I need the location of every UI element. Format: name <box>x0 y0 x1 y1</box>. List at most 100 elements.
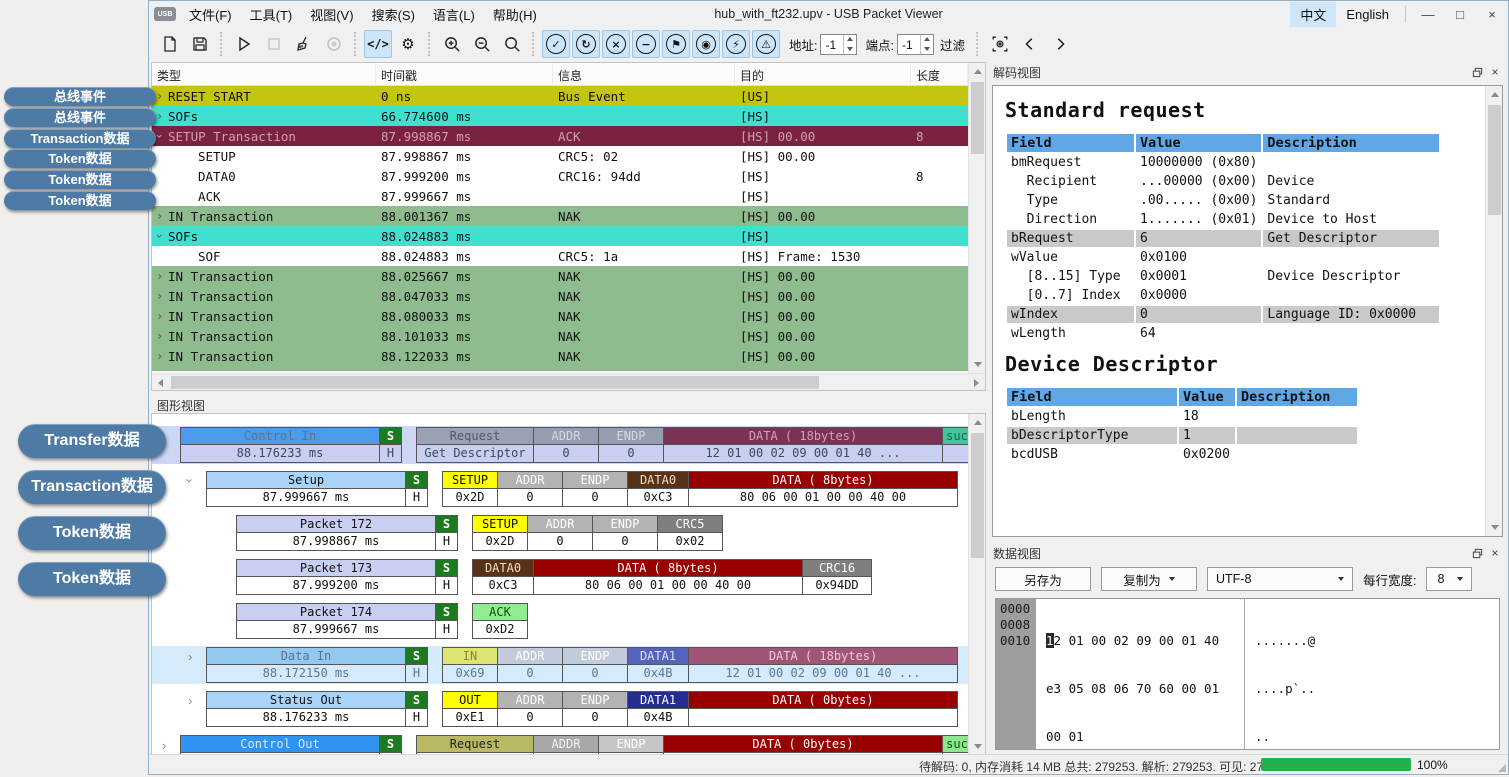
gfx-block-data[interactable]: DATA ( 0bytes) <box>663 735 943 756</box>
decode-vertical-scrollbar[interactable] <box>1485 86 1502 536</box>
gfx-block-endp[interactable]: ENDP0 <box>562 471 628 507</box>
gfx-block-setup-pid[interactable]: SETUP0x2D <box>472 515 528 551</box>
gfx-block-addr[interactable]: ADDR0 <box>527 515 593 551</box>
endpoint-spinner[interactable]: -1 <box>897 34 934 55</box>
filter-ping-button[interactable]: ⚑ <box>662 30 690 58</box>
inspect-button[interactable] <box>986 30 1014 58</box>
col-length[interactable]: 长度 <box>911 63 968 85</box>
gfx-transfer-control-out[interactable]: Control OutS Request ADDR ENDP DATA ( 0b… <box>180 735 972 756</box>
gfx-block-setup-pid[interactable]: SETUP0x2D <box>442 471 498 507</box>
gfx-block-data1-pid[interactable]: DATA10x4B <box>627 691 689 727</box>
collapse-arrow-icon[interactable]: › <box>183 478 198 482</box>
gfx-block-endp[interactable]: ENDP0 <box>562 691 628 727</box>
menu-view[interactable]: 视图(V) <box>301 1 362 28</box>
hex-ascii-column[interactable]: .......@ ....p`.. .. <box>1245 599 1323 749</box>
table-row-in-transaction[interactable]: IN Transaction 88.001367 ms NAK [HS] 00.… <box>152 206 968 226</box>
start-capture-button[interactable] <box>230 30 258 58</box>
gfx-block-data0-pid[interactable]: DATA00xC3 <box>472 559 534 595</box>
save-as-button[interactable]: 另存为 <box>995 567 1091 591</box>
gfx-block-data0-pid[interactable]: DATA00xC3 <box>627 471 689 507</box>
expand-arrow-icon[interactable]: › <box>188 649 192 664</box>
next-button[interactable] <box>1046 30 1074 58</box>
resize-grip[interactable] <box>1496 762 1506 772</box>
raw-data-toggle-button[interactable]: </> <box>364 30 392 58</box>
scrollbar-thumb[interactable] <box>971 82 984 154</box>
col-info[interactable]: 信息 <box>553 63 735 85</box>
expand-arrow-icon[interactable] <box>152 329 168 343</box>
address-spinner[interactable]: -1 <box>820 34 857 55</box>
menu-file[interactable]: 文件(F) <box>180 1 241 28</box>
spin-up-icon[interactable] <box>921 35 933 45</box>
lang-chinese-button[interactable]: 中文 <box>1290 2 1336 27</box>
record-button[interactable] <box>320 30 348 58</box>
spin-down-icon[interactable] <box>844 44 856 54</box>
prev-button[interactable] <box>1016 30 1044 58</box>
gfx-block-addr[interactable]: ADDR0 <box>533 427 599 463</box>
table-row-data0-packet[interactable]: DATA0 87.999200 ms CRC16: 94dd [HS] 8 <box>152 166 968 186</box>
menu-language[interactable]: 语言(L) <box>424 1 484 28</box>
gfx-transfer-control-in[interactable]: Control InS 88.176233 msH RequestGet Des… <box>180 427 972 463</box>
table-row-reset-start[interactable]: RESET START 0 ns Bus Event [US] <box>152 86 968 106</box>
gfx-block-crc5[interactable]: CRC50x02 <box>657 515 723 551</box>
gfx-packet-172[interactable]: Packet 172S 87.998867 msH SETUP0x2D ADDR… <box>236 515 723 551</box>
menu-help[interactable]: 帮助(H) <box>484 1 546 28</box>
filter-burst-button[interactable]: ⚡ <box>722 30 750 58</box>
spin-up-icon[interactable] <box>844 35 856 45</box>
close-panel-button[interactable]: × <box>1486 545 1504 561</box>
table-row-in-transaction[interactable]: IN Transaction 88.025667 ms NAK [HS] 00.… <box>152 266 968 286</box>
new-file-button[interactable] <box>156 30 184 58</box>
table-row-ack-packet[interactable]: ACK 87.999667 ms [HS] <box>152 186 968 206</box>
gfx-block-endp[interactable]: ENDP0 <box>598 427 664 463</box>
expand-arrow-icon[interactable]: › <box>162 738 166 753</box>
menu-tools[interactable]: 工具(T) <box>241 1 302 28</box>
filter-nak-button[interactable]: × <box>602 30 630 58</box>
gfx-block-request[interactable]: RequestGet Descriptor <box>416 427 534 463</box>
gfx-block-data[interactable]: DATA ( 8bytes)80 06 00 01 00 00 40 00 <box>533 559 803 595</box>
col-type[interactable]: 类型 <box>152 63 376 85</box>
row-width-select[interactable]: 8 <box>1426 567 1472 591</box>
scrollbar-thumb[interactable] <box>171 376 819 389</box>
table-row-partial[interactable] <box>152 366 968 371</box>
lang-english-button[interactable]: English <box>1336 4 1399 25</box>
gfx-block-endp[interactable]: ENDP <box>598 735 664 756</box>
table-row-sofs[interactable]: SOFs 66.774600 ms [HS] <box>152 106 968 126</box>
gfx-transaction-data-in[interactable]: Data InS 88.172150 msH IN0x69 ADDR0 ENDP… <box>206 647 958 683</box>
gfx-block-crc16[interactable]: CRC160x94DD <box>802 559 872 595</box>
table-row-setup-packet[interactable]: SETUP 87.998867 ms CRC5: 02 [HS] 00.00 <box>152 146 968 166</box>
gfx-block-endp[interactable]: ENDP0 <box>592 515 658 551</box>
close-button[interactable]: × <box>1476 1 1508 27</box>
table-horizontal-scrollbar[interactable] <box>152 373 985 390</box>
gfx-block-addr[interactable]: ADDR0 <box>497 647 563 683</box>
gfx-block-endp[interactable]: ENDP0 <box>562 647 628 683</box>
gfx-block-addr[interactable]: ADDR0 <box>497 691 563 727</box>
close-panel-button[interactable]: × <box>1486 64 1504 80</box>
filter-sof-button[interactable]: ◉ <box>692 30 720 58</box>
gfx-block-data[interactable]: DATA ( 8bytes)80 06 00 01 00 00 40 00 <box>688 471 958 507</box>
expand-arrow-icon[interactable] <box>152 269 168 283</box>
expand-arrow-icon[interactable] <box>152 309 168 323</box>
scrollbar-thumb[interactable] <box>1488 105 1501 215</box>
table-row-setup-transaction-selected[interactable]: SETUP Transaction 87.998867 ms ACK [HS] … <box>152 126 968 146</box>
gfx-block-out-pid[interactable]: OUT0xE1 <box>442 691 498 727</box>
settings-button[interactable]: ⚙ <box>394 30 422 58</box>
gfx-block-in-pid[interactable]: IN0x69 <box>442 647 498 683</box>
hex-editor[interactable]: 0000 0008 0010 12 01 00 02 09 00 01 40 e… <box>995 598 1500 750</box>
stop-capture-button[interactable] <box>260 30 288 58</box>
save-button[interactable] <box>186 30 214 58</box>
table-row-in-transaction[interactable]: IN Transaction 88.047033 ms NAK [HS] 00.… <box>152 286 968 306</box>
col-timestamp[interactable]: 时间戳 <box>376 63 553 85</box>
expand-arrow-icon[interactable] <box>152 349 168 363</box>
filter-error-button[interactable]: ⚠ <box>752 30 780 58</box>
hex-bytes-column[interactable]: 12 01 00 02 09 00 01 40 e3 05 08 06 70 6… <box>1036 599 1244 749</box>
menu-search[interactable]: 搜索(S) <box>363 1 424 28</box>
expand-arrow-icon[interactable]: › <box>188 693 192 708</box>
gfx-transaction-status-out[interactable]: Status OutS 88.176233 msH OUT0xE1 ADDR0 … <box>206 691 958 727</box>
float-panel-button[interactable] <box>1468 545 1486 561</box>
zoom-in-button[interactable] <box>438 30 466 58</box>
gfx-packet-173[interactable]: Packet 173S 87.999200 msH DATA00xC3 DATA… <box>236 559 872 595</box>
apply-filter-button[interactable]: 过滤 <box>940 35 965 54</box>
table-row-sof-packet[interactable]: SOF 88.024883 ms CRC5: 1a [HS] Frame: 15… <box>152 246 968 266</box>
filter-ack-button[interactable]: ✓ <box>542 30 570 58</box>
expand-arrow-icon[interactable] <box>152 289 168 303</box>
filter-stall-button[interactable]: − <box>632 30 660 58</box>
